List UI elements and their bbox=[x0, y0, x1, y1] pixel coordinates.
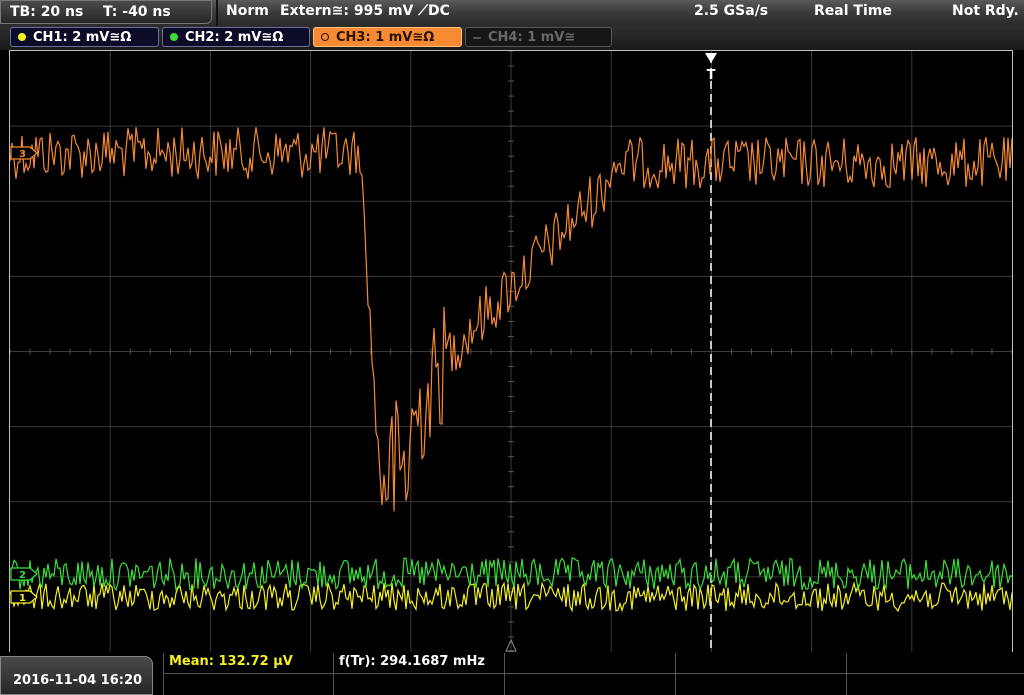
trigger-marker-label: T bbox=[707, 68, 716, 83]
ch1-label: CH1: 2 mV≅Ω bbox=[33, 30, 132, 45]
channel-tab-ch1[interactable]: CH1: 2 mV≅Ω bbox=[10, 27, 159, 47]
ch4-indicator-icon bbox=[473, 37, 481, 39]
ch3-indicator-icon bbox=[321, 33, 329, 41]
status-bar: TB: 20 ns T: -40 ns Norm Extern≅: 995 mV… bbox=[0, 0, 1024, 26]
trigger-mode[interactable]: Norm bbox=[226, 3, 269, 19]
ch2-indicator-icon bbox=[170, 33, 178, 41]
frequency-measurement[interactable]: f(Tr): 294.1687 mHz bbox=[339, 654, 485, 669]
ch2-label: CH2: 2 mV≅Ω bbox=[185, 30, 284, 45]
timebase-box[interactable]: TB: 20 ns T: -40 ns bbox=[0, 0, 212, 24]
acquisition-mode[interactable]: Real Time bbox=[814, 3, 892, 19]
timebase-value: TB: 20 ns bbox=[10, 4, 84, 20]
channel-tab-ch2[interactable]: CH2: 2 mV≅Ω bbox=[162, 27, 310, 47]
acquisition-state: Not Rdy. bbox=[952, 3, 1019, 19]
trigger-time-value: T: -40 ns bbox=[103, 4, 171, 20]
datetime: 2016-11-04 16:20 bbox=[13, 673, 143, 688]
ch2-marker-label: 2 bbox=[19, 570, 26, 581]
sample-rate[interactable]: 2.5 GSa/s bbox=[694, 3, 768, 19]
trigger-source[interactable]: Extern≅: 995 mV ⟋DC bbox=[280, 3, 450, 19]
waveform-display[interactable]: T 3 2 1 bbox=[10, 51, 1012, 652]
ch3-marker-label: 3 bbox=[19, 149, 26, 160]
channel-tab-ch3[interactable]: CH3: 1 mV≅Ω bbox=[313, 27, 462, 47]
mean-measurement[interactable]: Mean: 132.72 µV bbox=[169, 654, 293, 669]
status-divider bbox=[216, 0, 218, 26]
ch4-label: CH4: 1 mV≅ bbox=[488, 30, 576, 45]
channel-bar: CH1: 2 mV≅Ω CH2: 2 mV≅Ω CH3: 1 mV≅Ω CH4:… bbox=[0, 26, 1024, 50]
ch1-marker-label: 1 bbox=[19, 593, 26, 604]
ch1-indicator-icon bbox=[18, 33, 26, 41]
datetime-box: 2016-11-04 16:20 bbox=[0, 656, 153, 695]
ch3-label: CH3: 1 mV≅Ω bbox=[336, 30, 435, 45]
measurement-panel: Mean: 132.72 µV f(Tr): 294.1687 mHz bbox=[163, 653, 1024, 695]
channel-tab-ch4[interactable]: CH4: 1 mV≅ bbox=[465, 27, 612, 47]
